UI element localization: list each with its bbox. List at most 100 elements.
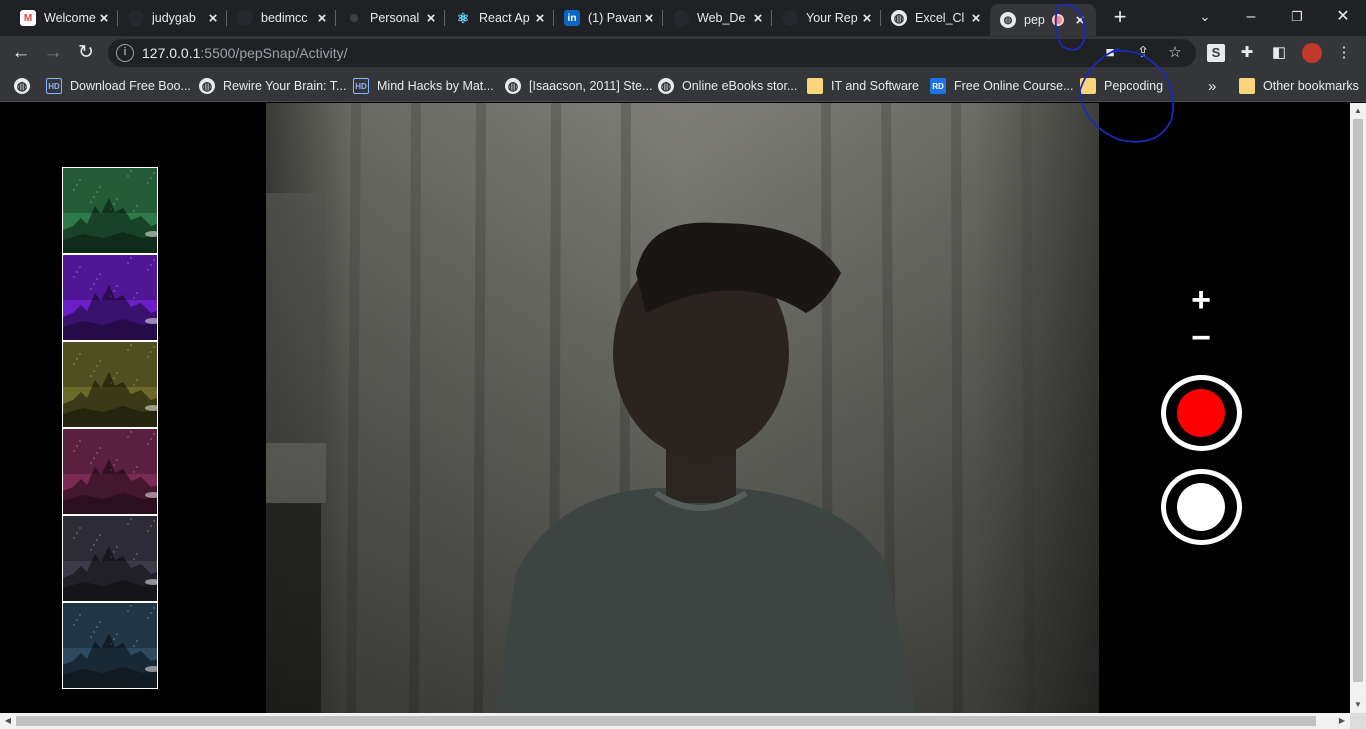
tab-github-bedimcc[interactable]: bedimcc × (227, 4, 336, 32)
close-tab-icon[interactable]: × (423, 10, 439, 27)
bookmark-item[interactable]: RD Free Online Course... (930, 77, 1074, 95)
bookmark-item[interactable]: ◍ Online eBooks stor... (658, 77, 797, 95)
folder-icon (1080, 78, 1096, 94)
bookmark-folder[interactable]: Pepcoding (1080, 77, 1163, 95)
globe-icon: ◍ (891, 10, 907, 26)
filter-thumbnail-purple[interactable] (62, 254, 158, 341)
vertical-scrollbar[interactable]: ▲ ▼ (1350, 103, 1366, 713)
bookmark-item[interactable]: HD Mind Hacks by Mat... (353, 77, 494, 95)
tab-gmail[interactable]: M Welcome × (10, 4, 118, 32)
minimize-button[interactable]: – (1228, 4, 1274, 30)
filter-thumbnail-dusk[interactable] (62, 515, 158, 602)
horizontal-scroll-thumb[interactable] (16, 716, 1316, 726)
filter-thumbnail-green[interactable] (62, 167, 158, 254)
apps-icon[interactable]: ◍ (14, 77, 38, 95)
tab-github-judygab[interactable]: judygab × (118, 4, 227, 32)
tab-linkedin[interactable]: in (1) Pavan × (554, 4, 663, 32)
zoom-in-button[interactable]: + (1160, 283, 1242, 317)
scroll-down-arrow-icon[interactable]: ▼ (1350, 697, 1366, 713)
extension-s-icon[interactable]: S (1207, 44, 1225, 62)
landscape-thumbnail (63, 516, 157, 601)
other-bookmarks-folder[interactable]: Other bookmarks (1239, 77, 1359, 95)
close-tab-icon[interactable]: × (968, 10, 984, 27)
site-info-icon[interactable]: i (116, 44, 134, 62)
forward-button[interactable]: → (40, 41, 66, 65)
filter-list (62, 167, 158, 689)
hd-icon: HD (353, 78, 369, 94)
globe-icon: ◍ (658, 78, 674, 94)
close-tab-icon[interactable]: × (859, 10, 875, 27)
globe-icon: ◍ (14, 78, 30, 94)
scroll-right-arrow-icon[interactable]: ▶ (1334, 713, 1350, 729)
close-window-button[interactable]: ✕ (1320, 4, 1366, 30)
zoom-out-button[interactable]: − (1160, 321, 1242, 355)
page-content: + − (0, 103, 1350, 713)
landscape-thumbnail (63, 168, 157, 253)
landscape-thumbnail (63, 429, 157, 514)
tab-strip: M Welcome × judygab × bedimcc × Personal… (0, 0, 1366, 36)
folder-icon (1239, 78, 1255, 94)
bookmark-item[interactable]: HD Download Free Boo... (46, 77, 191, 95)
dot-icon (346, 10, 362, 26)
filter-thumbnail-magenta[interactable] (62, 428, 158, 515)
tab-github-web-dev[interactable]: Web_De × (663, 4, 772, 32)
restore-button[interactable]: ❐ (1274, 4, 1320, 30)
close-tab-icon[interactable]: × (1072, 12, 1088, 29)
back-button[interactable]: ← (8, 41, 34, 65)
vertical-scroll-thumb[interactable] (1353, 119, 1363, 682)
record-button[interactable] (1160, 375, 1242, 451)
globe-icon: ◍ (505, 78, 521, 94)
filter-thumbnail-olive[interactable] (62, 341, 158, 428)
close-tab-icon[interactable]: × (205, 10, 221, 27)
github-icon (673, 10, 689, 26)
bookmarks-overflow-button[interactable]: » (1208, 77, 1216, 95)
menu-kebab-icon[interactable]: ⋮ (1335, 44, 1353, 62)
close-tab-icon[interactable]: × (314, 10, 330, 27)
landscape-thumbnail (63, 255, 157, 340)
gmail-icon: M (20, 10, 36, 26)
new-tab-button[interactable]: + (1108, 6, 1132, 30)
react-icon: ⚛ (456, 9, 470, 26)
bookmark-item[interactable]: ◍ Rewire Your Brain: T... (199, 77, 346, 95)
github-icon (782, 10, 798, 26)
tab-personal[interactable]: Personal × (336, 4, 445, 32)
capture-button[interactable] (1160, 469, 1242, 545)
landscape-thumbnail (63, 342, 157, 427)
tab-react-app[interactable]: ⚛ React Ap × (445, 4, 554, 32)
close-tab-icon[interactable]: × (532, 10, 548, 27)
linkedin-icon: in (564, 10, 580, 26)
close-tab-icon[interactable]: × (641, 10, 657, 27)
horizontal-scrollbar[interactable]: ◀ ▶ (0, 713, 1350, 729)
close-tab-icon[interactable]: × (750, 10, 766, 27)
camera-in-use-icon[interactable]: ■ (1100, 44, 1120, 62)
record-dot-icon (1177, 389, 1225, 437)
capture-dot-icon (1177, 483, 1225, 531)
side-panel-icon[interactable]: ◧ (1270, 44, 1288, 62)
landscape-thumbnail (63, 603, 157, 688)
scroll-left-arrow-icon[interactable]: ◀ (0, 713, 16, 729)
bookmark-star-icon[interactable]: ☆ (1165, 44, 1185, 62)
tab-github-your-repos[interactable]: Your Rep × (772, 4, 881, 32)
address-bar[interactable]: i 127.0.0.1:5500/pepSnap/Activity/ ■ ⇪ ☆ (108, 39, 1196, 67)
tab-search-button[interactable]: ⌄ (1182, 4, 1228, 30)
bookmark-item[interactable]: ◍ [Isaacson, 2011] Ste... (505, 77, 652, 95)
filter-thumbnail-blue[interactable] (62, 602, 158, 689)
close-tab-icon[interactable]: × (96, 10, 112, 27)
github-icon (237, 10, 253, 26)
globe-icon: ◍ (199, 78, 215, 94)
tab-pepsnap-active[interactable]: ◍ pep × (990, 4, 1096, 36)
profile-avatar[interactable] (1302, 43, 1322, 63)
extensions-puzzle-icon[interactable]: ✚ (1238, 44, 1256, 62)
reload-button[interactable]: ↻ (73, 41, 99, 65)
recording-indicator-icon (1052, 14, 1064, 26)
share-icon[interactable]: ⇪ (1133, 44, 1153, 62)
scroll-up-arrow-icon[interactable]: ▲ (1350, 103, 1366, 119)
camera-video-feed (266, 103, 1099, 713)
hd-icon: HD (46, 78, 62, 94)
globe-icon: ◍ (1000, 12, 1016, 28)
bookmarks-bar: ◍ HD Download Free Boo... ◍ Rewire Your Br… (0, 70, 1366, 102)
tab-excel-clone[interactable]: ◍ Excel_Cl × (881, 4, 990, 32)
url-text: 127.0.0.1:5500/pepSnap/Activity/ (142, 45, 348, 61)
browser-toolbar: ← → ↻ i 127.0.0.1:5500/pepSnap/Activity/… (0, 36, 1366, 70)
bookmark-folder[interactable]: IT and Software (807, 77, 919, 95)
